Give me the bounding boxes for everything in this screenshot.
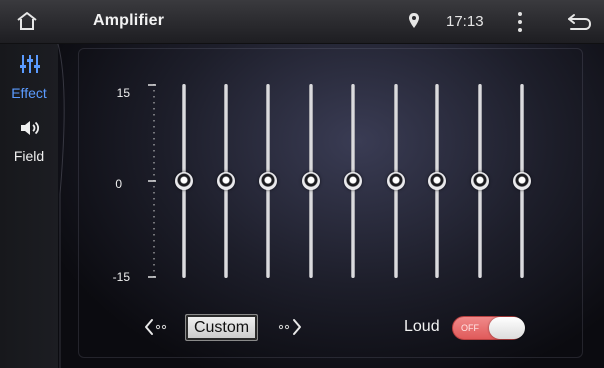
app-title: Amplifier bbox=[93, 12, 165, 29]
eq-band-slider[interactable] bbox=[341, 84, 365, 278]
db-scale-ruler bbox=[148, 84, 156, 278]
chevron-left-icon bbox=[145, 319, 167, 335]
preset-prev-button[interactable] bbox=[143, 317, 171, 337]
overflow-menu-button[interactable] bbox=[510, 10, 530, 34]
speaker-icon bbox=[21, 121, 40, 135]
location-pin-icon bbox=[408, 12, 420, 35]
slider-knob[interactable] bbox=[387, 172, 405, 190]
home-button[interactable] bbox=[8, 6, 46, 38]
scale-min-label: -15 bbox=[112, 270, 130, 284]
eq-band-slider[interactable] bbox=[510, 84, 534, 278]
eq-band-slider[interactable] bbox=[384, 84, 408, 278]
home-icon bbox=[17, 12, 37, 30]
sidebar-item-effect[interactable]: Effect bbox=[0, 48, 58, 110]
eq-band-slider[interactable] bbox=[214, 84, 238, 278]
slider-knob[interactable] bbox=[344, 172, 362, 190]
back-arrow-icon bbox=[568, 14, 592, 30]
sidebar-item-field[interactable]: Field bbox=[0, 112, 58, 174]
slider-knob[interactable] bbox=[217, 172, 235, 190]
preset-next-button[interactable] bbox=[275, 317, 303, 337]
sidebar-item-label: Field bbox=[13, 148, 45, 164]
status-clock: 17:13 bbox=[446, 13, 484, 30]
sidebar: Effect Field bbox=[0, 44, 58, 368]
slider-knob[interactable] bbox=[428, 172, 446, 190]
back-button[interactable] bbox=[560, 8, 596, 36]
scale-max-label: 15 bbox=[116, 86, 130, 100]
eq-band-slider[interactable] bbox=[299, 84, 323, 278]
menu-dot bbox=[518, 20, 522, 24]
slider-knob[interactable] bbox=[513, 172, 531, 190]
toggle-thumb bbox=[489, 317, 525, 339]
slider-knob[interactable] bbox=[302, 172, 320, 190]
menu-dot bbox=[518, 28, 522, 32]
chevron-right-icon bbox=[278, 319, 301, 335]
slider-knob[interactable] bbox=[175, 172, 193, 190]
eq-band-slider[interactable] bbox=[468, 84, 492, 278]
eq-band-slider[interactable] bbox=[172, 84, 196, 278]
sidebar-item-label: Effect bbox=[11, 85, 47, 101]
equalizer-sliders-icon bbox=[20, 55, 40, 73]
toggle-state-text: OFF bbox=[461, 323, 479, 333]
loudness-label: Loud bbox=[404, 318, 440, 335]
slider-knob[interactable] bbox=[471, 172, 489, 190]
eq-band-slider[interactable] bbox=[256, 84, 280, 278]
eq-band-slider[interactable] bbox=[425, 84, 449, 278]
top-bar: Amplifier 17:13 bbox=[0, 0, 604, 44]
preset-name-display[interactable]: Custom bbox=[185, 314, 258, 341]
menu-dot bbox=[518, 12, 522, 16]
slider-knob[interactable] bbox=[259, 172, 277, 190]
loudness-toggle[interactable]: OFF bbox=[452, 316, 525, 340]
scale-mid-label: 0 bbox=[115, 177, 122, 191]
